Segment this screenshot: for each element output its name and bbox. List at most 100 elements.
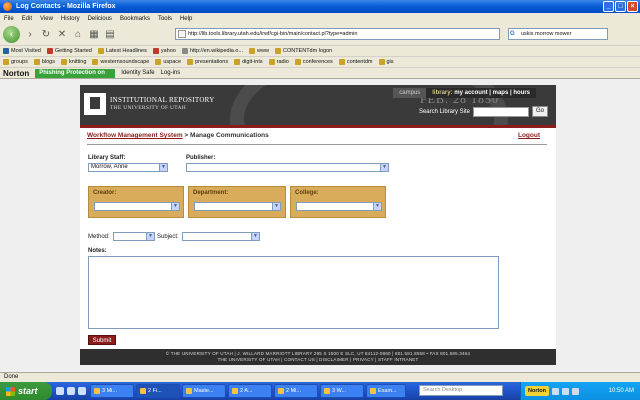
menu-tools[interactable]: Tools	[158, 16, 172, 22]
university-subtitle: THE UNIVERSITY OF UTAH	[110, 105, 187, 111]
reload-icon[interactable]: ↻	[40, 29, 52, 41]
department-box: Department: ▼	[188, 186, 286, 218]
web-search-input[interactable]: G uskis morrow mower	[508, 28, 608, 40]
page-icon	[274, 48, 281, 54]
stop-icon[interactable]: ✕	[56, 29, 68, 41]
quick-launch-icon[interactable]	[78, 387, 86, 395]
menu-view[interactable]: View	[40, 16, 53, 22]
bookmark-folder-blogs[interactable]: blogs	[33, 59, 55, 65]
library-links: library: my account | maps | hours	[426, 88, 536, 98]
my-account-link[interactable]: my account	[454, 90, 487, 96]
app-icon	[278, 388, 284, 394]
logins-button[interactable]: Log-ins	[161, 70, 181, 76]
bookmark-label: www	[257, 48, 269, 54]
start-button[interactable]: start	[0, 382, 52, 400]
footer-links[interactable]: THE UNIVERSITY OF UTAH | CONTACT US | DI…	[80, 357, 556, 363]
chevron-down-icon: ▼	[272, 203, 280, 210]
tag-icon[interactable]: ▤	[104, 29, 116, 41]
bookmark-folder-groups[interactable]: groups	[3, 59, 28, 65]
bookmarks-folders-toolbar: groups blogs knitting westernsoundscape …	[0, 56, 640, 67]
bookmark-latest-headlines[interactable]: Latest Headlines	[97, 48, 147, 54]
publisher-select[interactable]: ▼	[186, 163, 389, 172]
site-search-input[interactable]	[473, 106, 529, 117]
creator-select[interactable]: ▼	[94, 202, 180, 211]
menu-history[interactable]: History	[61, 16, 80, 22]
library-staff-select[interactable]: Morrow, Anne ▼	[88, 163, 168, 172]
university-u-logo	[84, 93, 106, 115]
bookmark-label: Latest Headlines	[105, 48, 147, 54]
norton-tray-button[interactable]: Norton	[525, 386, 550, 396]
bookmark-folder-presentations[interactable]: presentations	[187, 59, 228, 65]
breadcrumb-workflow-link[interactable]: Workflow Management System	[87, 132, 183, 139]
menu-bookmarks[interactable]: Bookmarks	[120, 16, 150, 22]
bookmark-most-visited[interactable]: Most Visited	[3, 48, 41, 54]
logout-link[interactable]: Logout	[518, 132, 540, 139]
bookmark-label: yahoo	[160, 48, 176, 54]
taskbar-item[interactable]: Maste...	[182, 384, 226, 398]
close-button[interactable]: ×	[627, 1, 638, 12]
bookmark-label: Most Visited	[11, 48, 41, 54]
bookmark-contentdm-logon[interactable]: CONTENTdm logon	[274, 48, 332, 54]
maps-link[interactable]: maps	[493, 90, 509, 96]
notes-textarea[interactable]	[88, 256, 499, 329]
menu-file[interactable]: File	[4, 16, 14, 22]
menu-delicious[interactable]: Delicious	[88, 16, 112, 22]
hours-link[interactable]: hours	[513, 90, 530, 96]
url-bar[interactable]: http://lib.tools.library.utah.edu/irwf/c…	[175, 28, 500, 40]
bookmark-yahoo[interactable]: yahoo	[152, 48, 176, 54]
taskbar-item[interactable]: Exam...	[366, 384, 406, 398]
menu-edit[interactable]: Edit	[22, 16, 32, 22]
taskbar-item[interactable]: 2 Mi...	[274, 384, 318, 398]
bookmark-folder-radio[interactable]: radio	[268, 59, 289, 65]
bookmark-www[interactable]: www	[249, 48, 269, 54]
bookmark-folder-knitting[interactable]: knitting	[60, 59, 86, 65]
home-icon[interactable]: ⌂	[72, 29, 84, 41]
divider	[87, 144, 547, 145]
quick-launch-icon[interactable]	[56, 387, 64, 395]
taskbar-item-label: 2 Mi...	[286, 388, 301, 394]
bookmark-folder-conferences[interactable]: conferences	[294, 59, 333, 65]
submit-button[interactable]: Submit	[88, 335, 116, 345]
desktop-search-input[interactable]: Search Desktop	[419, 385, 503, 396]
taskbar-item[interactable]: 3 Mi...	[90, 384, 134, 398]
maximize-button[interactable]: □	[615, 1, 626, 12]
forward-arrow-icon[interactable]: ›	[24, 29, 36, 41]
taskbar-item-label: Maste...	[194, 388, 214, 394]
back-arrow-icon[interactable]: ‹	[3, 26, 20, 43]
bookmark-getting-started[interactable]: Getting Started	[46, 48, 92, 54]
tray-icon[interactable]	[552, 387, 560, 395]
delicious-icon[interactable]: ▦	[88, 29, 100, 41]
site-search-go-button[interactable]: Go	[532, 106, 548, 117]
bookmark-wikipedia[interactable]: http://en.wikipedia.o...	[181, 48, 243, 54]
library-staff-value: Morrow, Anne	[91, 164, 128, 170]
taskbar-item[interactable]: 2 A...	[228, 384, 272, 398]
site-header: INSTITUTIONAL REPOSITORY THE UNIVERSITY …	[80, 85, 556, 125]
minimize-button[interactable]: _	[603, 1, 614, 12]
phishing-protection-status[interactable]: Phishing Protection on	[35, 68, 116, 78]
bookmark-folder-westernsoundscape[interactable]: westernsoundscape	[92, 59, 149, 65]
menu-bar: File Edit View History Delicious Bookmar…	[0, 13, 640, 24]
method-select[interactable]: ▼	[113, 232, 155, 241]
tray-icon[interactable]	[572, 387, 580, 395]
bookmark-folder-digit-ints[interactable]: digit-ints	[234, 59, 263, 65]
taskbar-item-active[interactable]: 2 Fi...	[136, 384, 180, 398]
norton-logo: Norton	[3, 68, 30, 78]
bookmark-folder-uspace[interactable]: uspace	[155, 59, 181, 65]
bookmark-label: presentations	[195, 59, 229, 65]
google-icon: G	[510, 31, 515, 37]
menu-help[interactable]: Help	[180, 16, 192, 22]
bookmark-folder-icon	[3, 48, 9, 54]
tray-icon[interactable]	[562, 387, 570, 395]
bookmark-folder-gis[interactable]: gis	[378, 59, 394, 65]
college-select[interactable]: ▼	[296, 202, 382, 211]
bookmark-folder-contentdm[interactable]: contentdm	[338, 59, 373, 65]
quick-launch-icon[interactable]	[67, 387, 75, 395]
site-search: Search Library Site Go	[419, 106, 548, 117]
identity-safe-button[interactable]: Identity Safe	[121, 70, 154, 76]
subject-select[interactable]: ▼	[182, 232, 260, 241]
folder-icon	[60, 59, 67, 65]
firefox-icon	[3, 2, 12, 11]
taskbar-item[interactable]: 3 W...	[320, 384, 364, 398]
department-select[interactable]: ▼	[194, 202, 281, 211]
campus-link[interactable]: campus	[393, 88, 427, 98]
